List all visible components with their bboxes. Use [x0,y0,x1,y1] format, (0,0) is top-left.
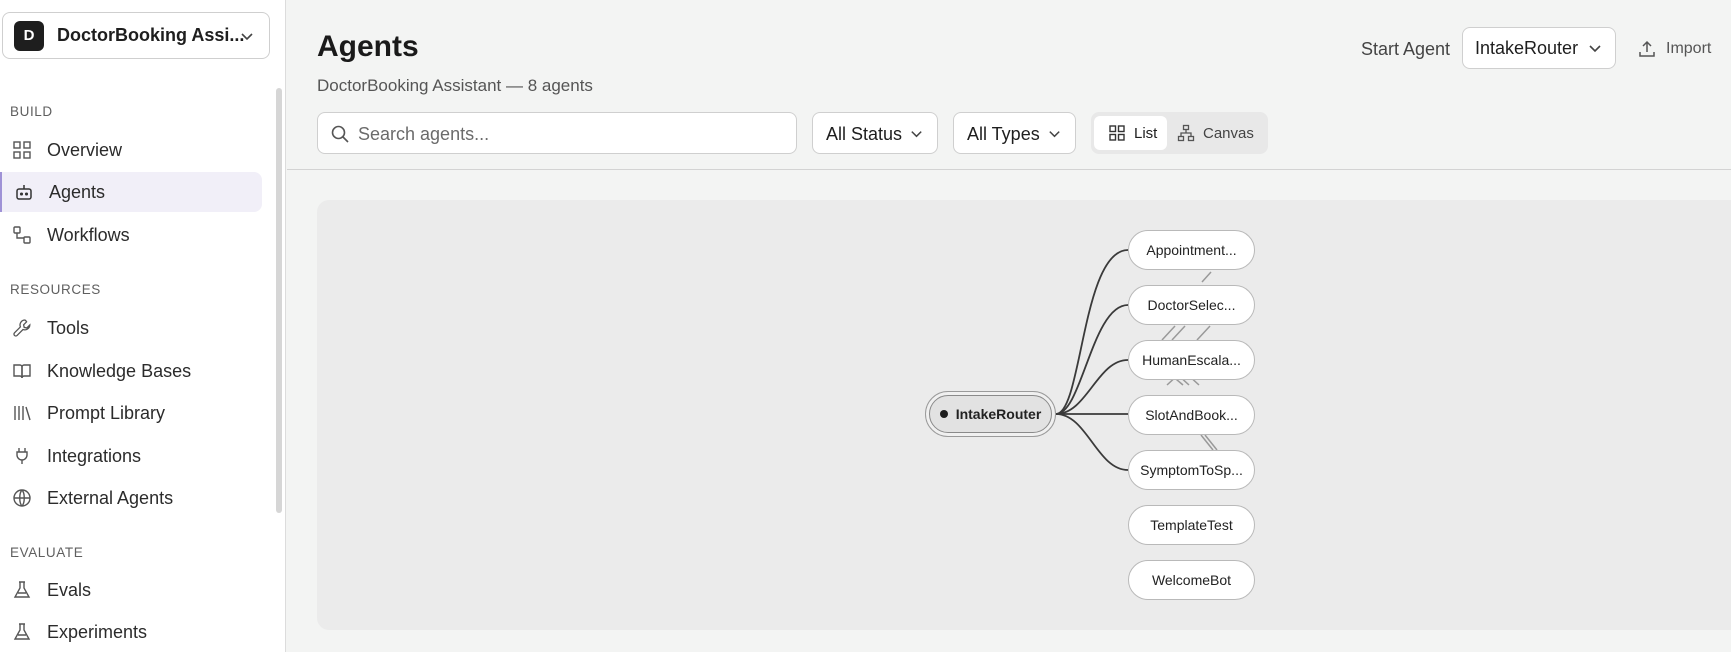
page-subtitle: DoctorBooking Assistant — 8 agents [317,76,593,95]
sidebar-item-label: Tools [47,318,90,338]
view-canvas-button[interactable]: Canvas [1177,116,1265,150]
view-canvas-label: Canvas [1203,124,1254,142]
view-list-button[interactable]: List [1094,116,1167,150]
sidebar: D DoctorBooking Assi... BUILD Overview A… [0,0,286,652]
sidebar-item-label: Agents [49,182,106,202]
sidebar-item-label: Evals [47,580,92,600]
start-agent-select[interactable]: IntakeRouter [1462,27,1616,69]
grid-icon [1109,125,1125,141]
sidebar-item-agents[interactable]: Agents [0,172,262,212]
sidebar-item-experiments[interactable]: Experiments [0,612,262,652]
workspace-avatar: D [14,20,44,51]
start-agent-label: Start Agent [1361,39,1451,59]
section-label-resources: RESOURCES [10,282,101,297]
sidebar-item-external-agents[interactable]: External Agents [0,478,262,518]
view-list-label: List [1134,124,1158,142]
status-filter-select[interactable]: All Status [812,112,938,154]
flask-icon [13,581,31,598]
agent-canvas[interactable]: IntakeRouter Appointment... DoctorSelec.… [317,200,1731,630]
section-label-evaluate: EVALUATE [10,545,84,560]
toolbar-divider [287,169,1731,170]
grid-icon [13,141,31,159]
workflow-icon [13,226,31,244]
edge-root-child [1055,304,1129,415]
book-icon [13,364,31,379]
upload-icon [1639,40,1655,57]
sidebar-item-workflows[interactable]: Workflows [0,215,262,255]
sidebar-item-label: External Agents [47,488,174,508]
view-toggle: List Canvas [1091,112,1268,154]
globe-icon [13,489,31,507]
sidebar-item-tools[interactable]: Tools [0,308,262,348]
chevron-down-icon [1589,45,1601,53]
start-agent-value: IntakeRouter [1475,38,1579,58]
start-dot-icon [939,410,948,418]
page-title: Agents [317,30,419,63]
sidebar-item-integrations[interactable]: Integrations [0,436,262,476]
agent-node[interactable]: Appointment... [1128,230,1255,270]
chevron-down-icon [911,131,922,138]
workspace-name: DoctorBooking Assi... [57,25,245,45]
import-button[interactable]: Import [1637,37,1711,61]
search-icon [331,125,349,143]
edge-root-child [1055,413,1129,471]
wrench-icon [13,319,31,337]
sidebar-item-overview[interactable]: Overview [0,130,262,170]
status-filter-value: All Status [826,124,903,144]
bot-icon [16,185,32,200]
workspace-selector[interactable]: D DoctorBooking Assi... [2,12,270,59]
agent-node[interactable]: WelcomeBot [1128,560,1255,600]
type-filter-select[interactable]: All Types [953,112,1076,154]
root-node-label: IntakeRouter [955,406,1042,422]
type-filter-value: All Types [967,124,1040,144]
sidebar-item-label: Knowledge Bases [47,361,192,381]
edge-root-child [1055,249,1129,415]
sidebar-item-label: Workflows [47,225,130,245]
agent-node[interactable]: DoctorSelec... [1128,285,1255,325]
agent-node[interactable]: TemplateTest [1128,505,1255,545]
sidebar-item-label: Experiments [47,622,148,642]
sidebar-item-label: Integrations [47,446,142,466]
search-field[interactable] [317,112,797,154]
sidebar-item-label: Overview [47,140,123,160]
chevron-down-icon [1049,131,1060,138]
network-icon [1177,124,1195,142]
agent-node-root[interactable]: IntakeRouter [925,391,1056,437]
flask-icon [13,623,31,640]
plug-icon [16,448,28,464]
search-input[interactable] [358,121,778,147]
root-node-body: IntakeRouter [929,395,1052,433]
import-label: Import [1666,40,1712,57]
chevron-down-icon [241,33,253,41]
sidebar-item-prompt-library[interactable]: Prompt Library [0,393,262,433]
agent-node[interactable]: HumanEscala... [1128,340,1255,380]
sidebar-scrollbar[interactable] [276,88,282,513]
sidebar-item-evals[interactable]: Evals [0,570,262,610]
sidebar-item-label: Prompt Library [47,403,166,423]
library-icon [14,406,31,421]
sidebar-item-knowledge-bases[interactable]: Knowledge Bases [0,351,262,391]
section-label-build: BUILD [10,104,53,119]
agent-node[interactable]: SymptomToSp... [1128,450,1255,490]
edge-cross [1196,325,1211,341]
agent-node[interactable]: SlotAndBook... [1128,395,1255,435]
edge-cross [1201,271,1212,283]
